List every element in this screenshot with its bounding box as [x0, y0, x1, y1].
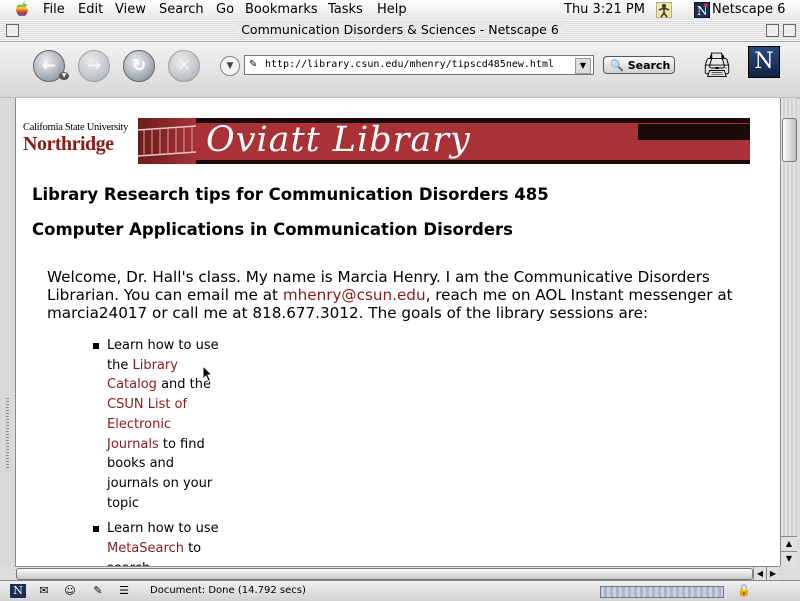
menu-file[interactable]: File: [43, 2, 65, 17]
url-field[interactable]: ✎ http://library.csun.edu/mhenry/tipscd4…: [244, 55, 594, 75]
url-text[interactable]: http://library.csun.edu/mhenry/tipscd485…: [265, 59, 554, 70]
forward-button[interactable]: →: [78, 50, 110, 82]
window-title: Communication Disorders & Sciences - Net…: [235, 22, 565, 37]
sidebar-tab[interactable]: [0, 98, 15, 566]
csun-logo: California State University Northridge: [20, 118, 138, 164]
figure-icon[interactable]: [656, 2, 672, 18]
page-heading-1: Library Research tips for Communication …: [32, 185, 549, 204]
university-name-line1: California State University: [23, 122, 129, 133]
university-name-line2: Northridge: [23, 133, 114, 155]
list-item: Learn how to use the Library Catalog and…: [89, 336, 219, 513]
url-history-dropdown-icon[interactable]: ▼: [575, 58, 591, 74]
app-menu-label[interactable]: Netscape 6: [712, 2, 785, 17]
goal-text: Learn how to use: [107, 521, 219, 537]
scroll-left-arrow-icon[interactable]: ◀: [753, 567, 766, 580]
chevron-down-icon: ▼: [226, 61, 234, 71]
horizontal-scrollbar[interactable]: ◀ ▶: [15, 566, 780, 580]
back-arrow-icon: ←: [41, 56, 57, 76]
print-icon[interactable]: 🖨: [698, 50, 736, 80]
building-graphic: [138, 118, 196, 164]
back-history-dropdown-icon[interactable]: ▼: [59, 72, 69, 80]
email-link[interactable]: mhenry@csun.edu: [283, 286, 426, 304]
reload-icon: ↻: [131, 56, 147, 76]
stop-button[interactable]: ✕: [168, 50, 200, 82]
page-content: California State University Northridge O…: [15, 98, 781, 566]
menu-go[interactable]: Go: [216, 2, 234, 17]
sidebar-grip-icon[interactable]: [6, 398, 9, 468]
mouse-pointer-icon: [202, 365, 214, 383]
scroll-down-arrow-icon[interactable]: ▼: [781, 551, 797, 566]
reload-button[interactable]: ↻: [123, 50, 155, 82]
library-name-title: Oviatt Library: [206, 120, 471, 160]
instant-messenger-icon[interactable]: ☺: [62, 584, 78, 598]
search-button-label: Search: [627, 59, 671, 72]
search-icon: 🔍: [610, 59, 624, 72]
netscape-n-icon[interactable]: N: [10, 584, 26, 598]
search-button[interactable]: 🔍 Search: [603, 56, 675, 74]
apple-icon[interactable]: [14, 1, 30, 18]
menu-search[interactable]: Search: [159, 2, 204, 17]
security-lock-icon[interactable]: 🔓: [730, 584, 758, 598]
netscape-app-icon[interactable]: N: [694, 2, 710, 18]
mail-icon[interactable]: ✉: [36, 584, 52, 598]
status-text: Document: Done (14.792 secs): [150, 585, 306, 596]
progress-bar: [600, 586, 724, 598]
menu-help[interactable]: Help: [377, 2, 407, 17]
metasearch-link[interactable]: MetaSearch: [107, 541, 184, 556]
netscape-logo[interactable]: N: [748, 46, 780, 78]
scroll-right-arrow-icon[interactable]: ▶: [766, 567, 779, 580]
menu-bookmarks[interactable]: Bookmarks: [245, 2, 318, 17]
vertical-scrollbar[interactable]: ▲ ▼: [780, 98, 797, 566]
stop-x-icon: ✕: [176, 56, 192, 76]
vertical-scroll-thumb[interactable]: [782, 118, 797, 162]
welcome-paragraph: Welcome, Dr. Hall's class. My name is Ma…: [47, 268, 767, 322]
location-dropdown-button[interactable]: ▼: [220, 56, 240, 76]
goals-list: Learn how to use the Library Catalog and…: [89, 336, 219, 566]
list-item: Learn how to use MetaSearch to search: [89, 519, 219, 566]
page-heading-2: Computer Applications in Communication D…: [32, 220, 513, 239]
window-title-bar[interactable]: Communication Disorders & Sciences - Net…: [0, 20, 800, 42]
page-proxy-icon[interactable]: ✎: [249, 59, 257, 70]
status-bar: N ✉ ☺ ✎ ☰ Document: Done (14.792 secs) 🔓: [0, 580, 800, 601]
menu-view[interactable]: View: [115, 2, 146, 17]
banner-dark-accent: [638, 124, 750, 140]
forward-arrow-icon: →: [86, 56, 102, 76]
menu-bar: File Edit View Search Go Bookmarks Tasks…: [0, 0, 800, 21]
scroll-up-arrow-icon[interactable]: ▲: [781, 536, 797, 551]
composer-icon[interactable]: ✎: [90, 584, 106, 598]
menu-clock[interactable]: Thu 3:21 PM: [564, 2, 645, 17]
menu-tasks[interactable]: Tasks: [328, 2, 363, 17]
address-book-icon[interactable]: ☰: [116, 584, 132, 598]
library-banner[interactable]: California State University Northridge O…: [20, 118, 750, 164]
horizontal-scroll-thumb[interactable]: [16, 568, 753, 580]
navigation-toolbar: ← ▼ → ↻ ✕ ▼ ✎ http://library.csun.edu/mh…: [0, 42, 800, 98]
menu-edit[interactable]: Edit: [78, 2, 103, 17]
